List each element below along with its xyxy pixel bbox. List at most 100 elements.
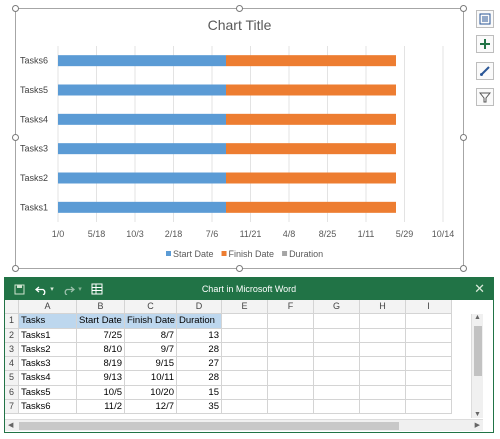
table-cell[interactable] [314, 385, 360, 401]
bar-finish-date[interactable] [226, 143, 396, 155]
table-cell[interactable]: 8/7 [125, 328, 177, 343]
table-cell[interactable] [360, 314, 406, 329]
table-cell[interactable]: 12/7 [125, 400, 177, 415]
horizontal-scroll-thumb[interactable] [19, 422, 399, 430]
chart-styles-button[interactable] [476, 62, 494, 80]
bar-start-date[interactable] [58, 172, 226, 184]
stacked-bar-chart[interactable]: 1/0 5/18 10/3 2/18 7/6 11/21 4/8 8/25 1/11 5/29 10… [0, 0, 500, 275]
bar-start-date[interactable] [58, 113, 226, 125]
table-cell[interactable] [406, 328, 452, 343]
bar-start-date[interactable] [58, 55, 226, 67]
table-cell[interactable]: 9/13 [77, 371, 125, 386]
legend-label[interactable]: Duration [289, 249, 323, 259]
table-cell[interactable]: Tasks2 [19, 342, 77, 358]
table-cell[interactable]: Start Date [77, 314, 125, 329]
row-header[interactable]: 1 [5, 314, 19, 329]
redo-dropdown-icon[interactable]: ▾ [77, 281, 83, 297]
edit-data-in-excel-icon[interactable] [89, 281, 105, 297]
bar-start-date[interactable] [58, 143, 226, 155]
table-cell[interactable] [360, 371, 406, 386]
chart-data-window[interactable]: ▾ ▾ Chart in Microsoft Word ✕ ABCDEFGHI1… [4, 277, 494, 433]
spreadsheet-grid[interactable]: A B C D E F G H I 1 Tasks Start Date Finish Date Dura… [5, 300, 452, 415]
table-cell[interactable] [268, 371, 314, 386]
row-header[interactable]: 5 [5, 371, 19, 386]
bar-finish-date[interactable] [226, 55, 396, 67]
table-cell[interactable]: Tasks4 [19, 371, 77, 386]
column-header[interactable]: B [77, 300, 125, 315]
resize-handle-ml[interactable] [12, 134, 19, 141]
resize-handle-tl[interactable] [12, 5, 19, 12]
table-cell[interactable]: 13 [177, 328, 222, 343]
table-cell[interactable] [268, 328, 314, 343]
table-cell[interactable]: Tasks1 [19, 328, 77, 343]
table-cell[interactable] [406, 385, 452, 401]
layout-options-button[interactable] [476, 10, 494, 28]
scroll-up-icon[interactable]: ▲ [474, 314, 481, 321]
bar-finish-date[interactable] [226, 113, 396, 125]
table-cell[interactable] [268, 385, 314, 401]
table-cell[interactable] [360, 400, 406, 415]
table-cell[interactable]: Duration [177, 314, 222, 329]
column-header[interactable]: C [125, 300, 177, 315]
legend-label[interactable]: Start Date [173, 249, 214, 259]
table-cell[interactable] [406, 342, 452, 358]
row-header[interactable]: 3 [5, 342, 19, 358]
bar-finish-date[interactable] [226, 172, 396, 184]
table-cell[interactable]: Tasks5 [19, 385, 77, 401]
horizontal-scrollbar[interactable]: ◀ ▶ [5, 419, 483, 431]
table-cell[interactable] [222, 371, 268, 386]
table-cell[interactable] [222, 328, 268, 343]
bar-start-date[interactable] [58, 201, 226, 213]
table-cell[interactable] [406, 357, 452, 372]
resize-handle-br[interactable] [460, 265, 467, 272]
table-cell[interactable]: 27 [177, 357, 222, 372]
table-cell[interactable]: Tasks [19, 314, 77, 329]
table-cell[interactable] [314, 342, 360, 358]
column-header[interactable]: A [19, 300, 77, 315]
table-cell[interactable] [406, 400, 452, 415]
table-cell[interactable]: 35 [177, 400, 222, 415]
resize-handle-bm[interactable] [236, 265, 243, 272]
close-icon[interactable]: ✕ [474, 281, 485, 297]
table-cell[interactable]: 10/11 [125, 371, 177, 386]
scroll-left-icon[interactable]: ◀ [8, 421, 13, 429]
table-cell[interactable]: 8/19 [77, 357, 125, 372]
table-cell[interactable]: 10/20 [125, 385, 177, 401]
bar-start-date[interactable] [58, 84, 226, 96]
table-cell[interactable] [268, 314, 314, 329]
legend-label[interactable]: Finish Date [229, 249, 275, 259]
table-cell[interactable] [222, 400, 268, 415]
table-cell[interactable] [222, 314, 268, 329]
column-header[interactable]: D [177, 300, 222, 315]
chart-elements-button[interactable] [476, 35, 494, 53]
resize-handle-mr[interactable] [460, 134, 467, 141]
column-header[interactable]: H [360, 300, 406, 315]
table-cell[interactable] [268, 342, 314, 358]
table-cell[interactable] [360, 357, 406, 372]
redo-icon[interactable] [61, 281, 77, 297]
column-header[interactable]: I [406, 300, 452, 315]
vertical-scroll-thumb[interactable] [474, 326, 482, 376]
bar-finish-date[interactable] [226, 201, 396, 213]
row-header[interactable]: 2 [5, 328, 19, 343]
table-cell[interactable] [314, 314, 360, 329]
vertical-scrollbar[interactable]: ▲ ▼ [471, 314, 483, 418]
table-cell[interactable]: 8/10 [77, 342, 125, 358]
table-cell[interactable]: Tasks6 [19, 400, 77, 415]
table-cell[interactable] [314, 400, 360, 415]
scroll-right-icon[interactable]: ▶ [475, 421, 480, 429]
table-cell[interactable] [406, 371, 452, 386]
row-header[interactable]: 6 [5, 385, 19, 401]
undo-icon[interactable] [33, 281, 49, 297]
table-cell[interactable]: Finish Date [125, 314, 177, 329]
resize-handle-tr[interactable] [460, 5, 467, 12]
table-cell[interactable] [360, 342, 406, 358]
table-cell[interactable] [314, 371, 360, 386]
table-cell[interactable]: 9/15 [125, 357, 177, 372]
table-cell[interactable] [360, 328, 406, 343]
table-cell[interactable] [406, 314, 452, 329]
resize-handle-tm[interactable] [236, 5, 243, 12]
table-cell[interactable] [222, 385, 268, 401]
table-cell[interactable] [268, 400, 314, 415]
column-header[interactable]: F [268, 300, 314, 315]
